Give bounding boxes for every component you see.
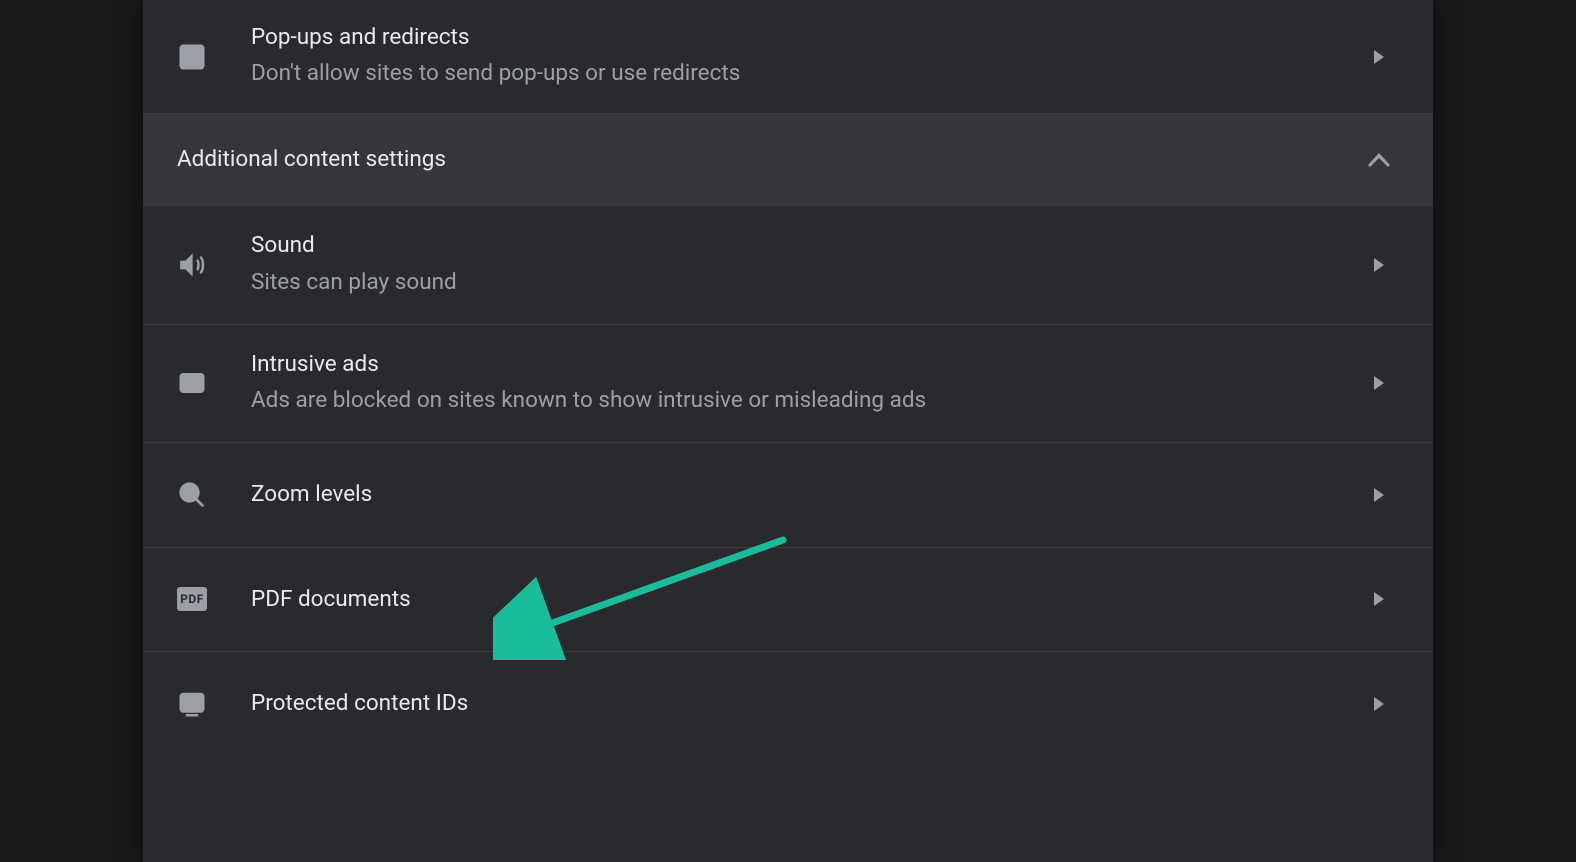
sound-icon xyxy=(177,250,251,280)
protected-title: Protected content IDs xyxy=(251,688,1359,720)
sound-subtitle: Sites can play sound xyxy=(251,264,1359,300)
ads-icon xyxy=(177,368,251,398)
row-popups-redirects[interactable]: Pop-ups and redirects Don't allow sites … xyxy=(143,0,1433,114)
chevron-right-icon xyxy=(1359,50,1399,64)
chevron-up-icon xyxy=(1359,153,1399,167)
ads-title: Intrusive ads xyxy=(251,349,1359,381)
ads-subtitle: Ads are blocked on sites known to show i… xyxy=(251,382,1359,418)
settings-panel: Pop-ups and redirects Don't allow sites … xyxy=(143,0,1433,862)
protected-content-icon xyxy=(177,689,251,719)
row-intrusive-ads[interactable]: Intrusive ads Ads are blocked on sites k… xyxy=(143,325,1433,444)
sound-title: Sound xyxy=(251,230,1359,262)
zoom-icon xyxy=(177,480,251,510)
popups-title: Pop-ups and redirects xyxy=(251,22,1359,54)
chevron-right-icon xyxy=(1359,376,1399,390)
row-pdf-documents[interactable]: PDF PDF documents xyxy=(143,548,1433,653)
section-title: Additional content settings xyxy=(177,144,1359,176)
row-sound[interactable]: Sound Sites can play sound xyxy=(143,206,1433,325)
pdf-icon: PDF xyxy=(177,587,251,611)
popups-subtitle: Don't allow sites to send pop-ups or use… xyxy=(251,55,1359,91)
zoom-title: Zoom levels xyxy=(251,479,1359,511)
chevron-right-icon xyxy=(1359,592,1399,606)
pdf-title: PDF documents xyxy=(251,584,1359,616)
chevron-right-icon xyxy=(1359,488,1399,502)
row-zoom-levels[interactable]: Zoom levels xyxy=(143,443,1433,548)
row-protected-content[interactable]: Protected content IDs xyxy=(143,652,1433,756)
popups-icon xyxy=(177,42,251,72)
chevron-right-icon xyxy=(1359,258,1399,272)
section-additional-content[interactable]: Additional content settings xyxy=(143,114,1433,206)
chevron-right-icon xyxy=(1359,697,1399,711)
